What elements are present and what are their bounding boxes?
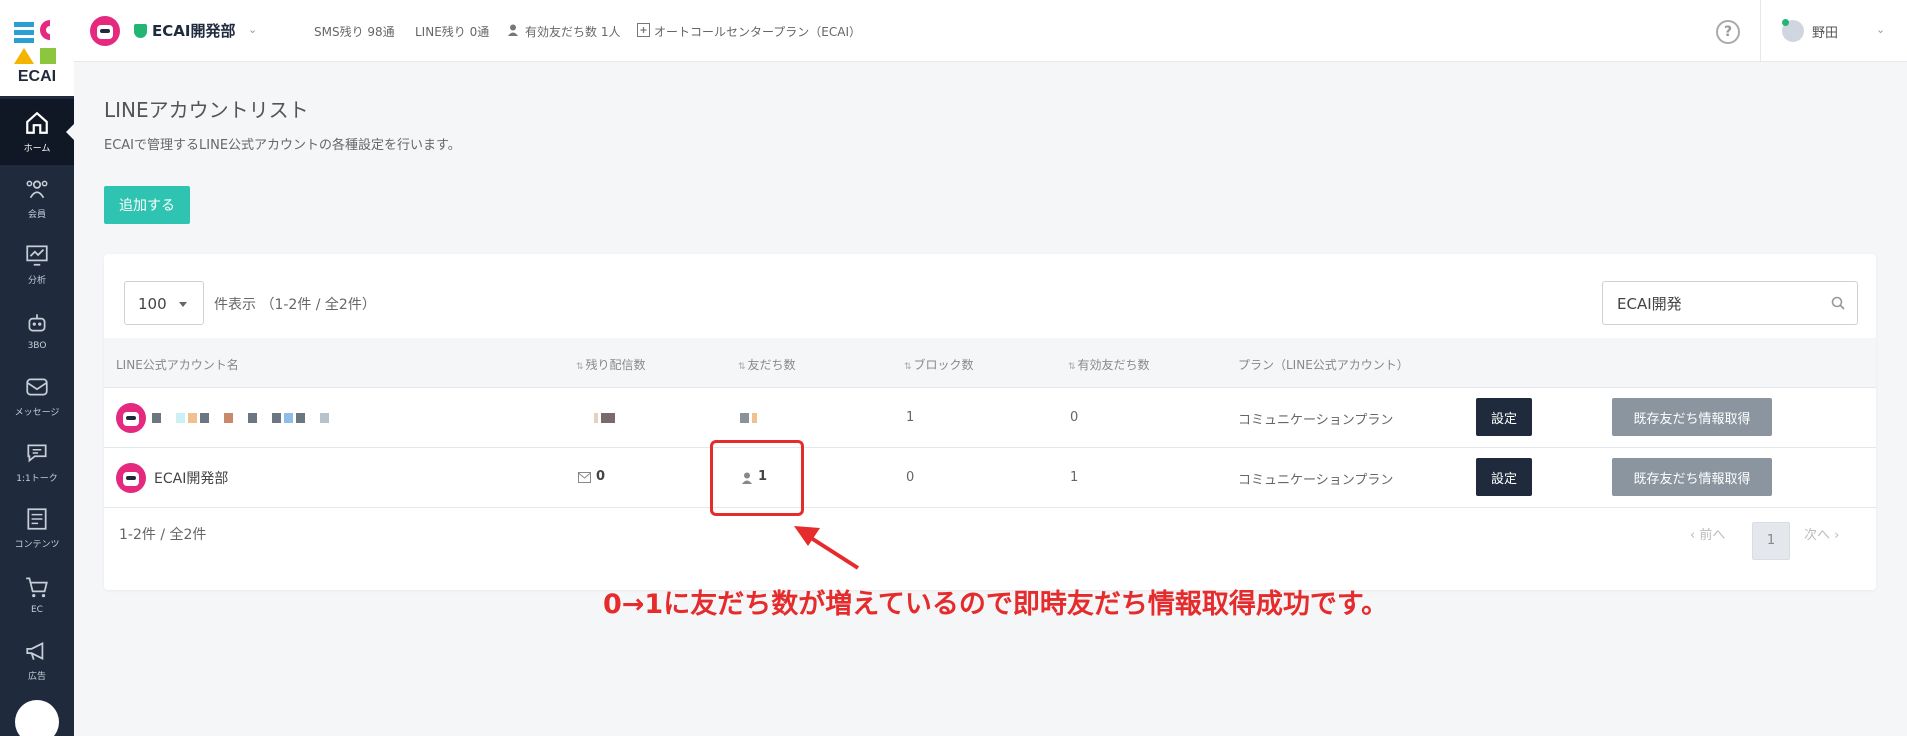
verified-shield-icon: [134, 24, 147, 38]
sort-icon: ⇅: [576, 362, 584, 372]
col-plan: プラン（LINE公式アカウント）: [1238, 358, 1409, 372]
sidebar-item-3bo[interactable]: 3BO: [0, 297, 74, 363]
sms-remaining: SMS残り 98通: [314, 25, 395, 39]
sidebar-item-ads[interactable]: 広告: [0, 627, 74, 693]
setting-button[interactable]: 設定: [1476, 398, 1532, 436]
sidebar-item-label: コンテンツ: [14, 540, 60, 550]
fetch-friends-button[interactable]: 既存友だち情報取得: [1612, 458, 1772, 496]
remaining-count: 0: [596, 469, 606, 484]
plan-name: コミュニケーションプラン: [1238, 473, 1394, 488]
search-icon[interactable]: [1831, 296, 1845, 310]
sidebar-item-label: 広告: [27, 672, 46, 682]
sidebar-item-label: 3BO: [27, 340, 47, 351]
footer-count: 1-2件 / 全2件: [119, 527, 207, 543]
help-icon[interactable]: ?: [1716, 20, 1740, 44]
table-row: ECAI開発部 0 1 0 1 コミュニケーションプラン 設定 既存友だち情報取…: [104, 448, 1876, 508]
sidebar-item-content[interactable]: コンテンツ: [0, 495, 74, 561]
add-button[interactable]: 追加する: [104, 186, 190, 224]
fetch-friends-button[interactable]: 既存友だち情報取得: [1612, 398, 1772, 436]
cart-icon: [26, 576, 48, 597]
next-page-link[interactable]: 次へ ›: [1804, 524, 1839, 543]
prev-page-link[interactable]: ‹ 前へ: [1690, 524, 1725, 543]
valid-friends-count: 1: [1070, 470, 1079, 485]
table-row: 1 0 コミュニケーションプラン 設定 既存友だち情報取得: [104, 388, 1876, 448]
table-header: LINE公式アカウント名 ⇅ 残り配信数 ⇅ 友だち数 ⇅ ブロック数 ⇅ 有効友だち数…: [104, 338, 1876, 388]
home-icon: [26, 111, 48, 134]
sidebar-item-message[interactable]: メッセージ: [0, 363, 74, 429]
setting-button[interactable]: 設定: [1476, 458, 1532, 496]
members-icon: [26, 180, 48, 199]
search-input[interactable]: [1602, 281, 1858, 325]
page-title: LINEアカウントリスト: [104, 98, 309, 122]
sidebar: ECAI ホーム 会員 分析 3BO メッセージ 1:1トーク コンテンツ EC…: [0, 0, 74, 736]
select-caret-icon: [179, 302, 187, 307]
org-name[interactable]: ECAI開発部: [152, 20, 235, 41]
chat-icon: [27, 444, 47, 463]
redacted-name: [152, 413, 329, 423]
account-name: ECAI開発部: [154, 471, 229, 487]
account-avatar: [116, 463, 146, 493]
user-icon: [508, 24, 518, 36]
online-status-dot: [1782, 19, 1789, 26]
page-size-value: 100: [138, 295, 167, 313]
sort-icon: ⇅: [738, 362, 746, 372]
sidebar-item-label: 1:1トーク: [16, 474, 58, 484]
page-description: ECAIで管理するLINE公式アカウントの各種設定を行います。: [104, 138, 461, 153]
shop-icon[interactable]: [15, 700, 59, 736]
content-icon: [27, 508, 47, 530]
user-name[interactable]: 野田: [1812, 22, 1838, 41]
sort-icon: ⇅: [904, 362, 912, 372]
plan-name: オートコールセンタープラン（ECAI）: [654, 25, 861, 39]
org-avatar: [90, 16, 120, 46]
count-text: 件表示 （1-2件 / 全2件）: [214, 297, 376, 313]
annotation-arrow-icon: [794, 526, 860, 570]
user-menu-chevron-icon[interactable]: ⌄: [1876, 23, 1885, 36]
megaphone-icon: [26, 642, 44, 660]
sidebar-item-ec[interactable]: EC: [0, 561, 74, 627]
analytics-icon: [26, 245, 48, 266]
highlight-box: [710, 440, 804, 516]
sidebar-item-label: ホーム: [23, 144, 51, 154]
col-friends[interactable]: ⇅ 友だち数: [738, 356, 796, 373]
col-blocks[interactable]: ⇅ ブロック数: [904, 356, 974, 373]
plan-name: コミュニケーションプラン: [1238, 413, 1394, 428]
line-remaining: LINE残り 0通: [415, 25, 490, 39]
robot-icon: [28, 313, 46, 331]
ecai-logo[interactable]: ECAI: [0, 0, 74, 96]
page-size-select[interactable]: 100: [124, 281, 204, 325]
account-avatar: [116, 403, 146, 433]
sort-icon: ⇅: [1068, 362, 1076, 372]
blocks-count: 0: [906, 470, 915, 485]
top-header: ECAI開発部 ⌄ SMS残り 98通 LINE残り 0通 有効友だち数 1人 …: [74, 0, 1907, 62]
col-valid-friends[interactable]: ⇅ 有効友だち数: [1068, 356, 1150, 373]
valid-friends-count: 0: [1070, 410, 1079, 425]
logo-mark-icon: [14, 20, 56, 64]
current-page[interactable]: 1: [1752, 522, 1790, 560]
blocks-count: 1: [906, 410, 915, 425]
logo-text: ECAI: [17, 68, 57, 85]
header-divider: [1760, 0, 1761, 62]
sidebar-item-members[interactable]: 会員: [0, 165, 74, 231]
sidebar-item-label: 会員: [27, 210, 46, 220]
sidebar-item-home[interactable]: ホーム: [0, 99, 74, 165]
chevron-down-icon[interactable]: ⌄: [248, 23, 257, 36]
sidebar-item-analytics[interactable]: 分析: [0, 231, 74, 297]
account-list-card: 100 件表示 （1-2件 / 全2件） LINE公式アカウント名 ⇅残り配信数…: [104, 254, 1876, 590]
col-account-name: LINE公式アカウント名: [116, 358, 239, 372]
plan-icon: [637, 23, 650, 37]
col-remaining[interactable]: ⇅ 残り配信数: [576, 356, 646, 373]
redacted-remaining: [594, 413, 615, 423]
active-pointer: [66, 124, 74, 140]
mail-icon: [578, 472, 591, 483]
annotation-text: 0→1に友だち数が増えているので即時友だち情報取得成功です。: [603, 589, 1389, 620]
sidebar-item-label: EC: [31, 604, 43, 615]
sidebar-item-label: メッセージ: [14, 408, 60, 418]
redacted-friends: [740, 413, 757, 423]
valid-friends-count: 有効友だち数 1人: [525, 25, 621, 39]
sidebar-item-label: 分析: [27, 276, 46, 286]
message-icon: [26, 378, 48, 396]
sidebar-item-talk[interactable]: 1:1トーク: [0, 429, 74, 495]
